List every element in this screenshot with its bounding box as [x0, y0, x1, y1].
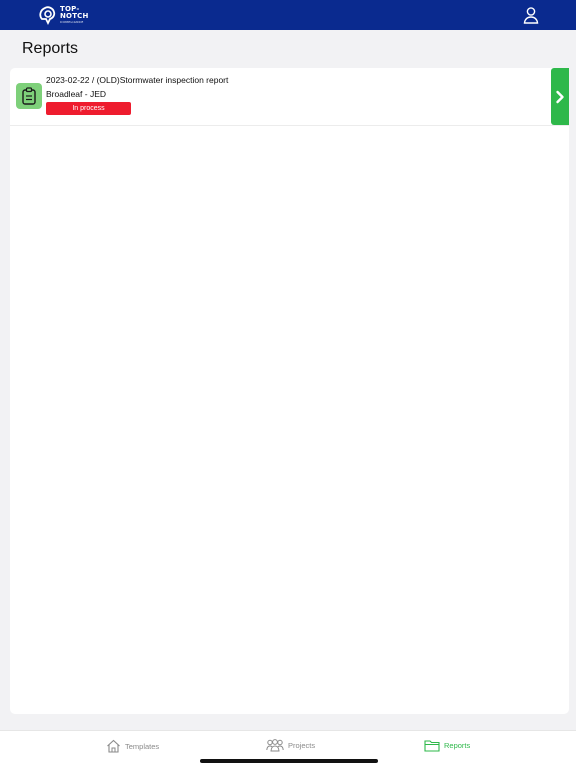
chevron-right-icon: [556, 90, 564, 103]
clipboard-icon: [22, 87, 36, 105]
report-project: Broadleaf - JED: [46, 89, 106, 99]
report-item[interactable]: 2023-02-22 / (OLD)Stormwater inspection …: [10, 68, 569, 126]
reports-list: 2023-02-22 / (OLD)Stormwater inspection …: [10, 68, 569, 714]
top-bar: TOP- NOTCH COMPLIANCE: [0, 0, 576, 30]
home-indicator: [200, 759, 378, 763]
open-report-button[interactable]: [551, 68, 569, 125]
people-icon: [266, 739, 284, 752]
home-icon: [107, 739, 120, 753]
tab-projects[interactable]: Projects: [266, 739, 315, 752]
tab-projects-label: Projects: [288, 741, 316, 750]
status-badge: In process: [46, 102, 131, 115]
logo-line-2: NOTCH: [60, 12, 89, 20]
user-icon[interactable]: [522, 6, 540, 24]
report-title: 2023-02-22 / (OLD)Stormwater inspection …: [46, 75, 229, 85]
logo-line-3: COMPLIANCE: [60, 20, 84, 24]
tab-templates-label: Templates: [125, 741, 160, 751]
report-icon: [16, 83, 42, 109]
folder-icon: [424, 740, 440, 752]
logo-mark-icon: [39, 6, 56, 25]
tab-reports[interactable]: Reports: [424, 739, 470, 752]
tab-templates[interactable]: Templates: [106, 739, 159, 753]
app-logo[interactable]: TOP- NOTCH COMPLIANCE: [38, 5, 89, 25]
logo-wordmark: TOP- NOTCH COMPLIANCE: [60, 6, 89, 24]
page-title: Reports: [22, 40, 79, 57]
tab-reports-label: Reports: [444, 741, 471, 750]
